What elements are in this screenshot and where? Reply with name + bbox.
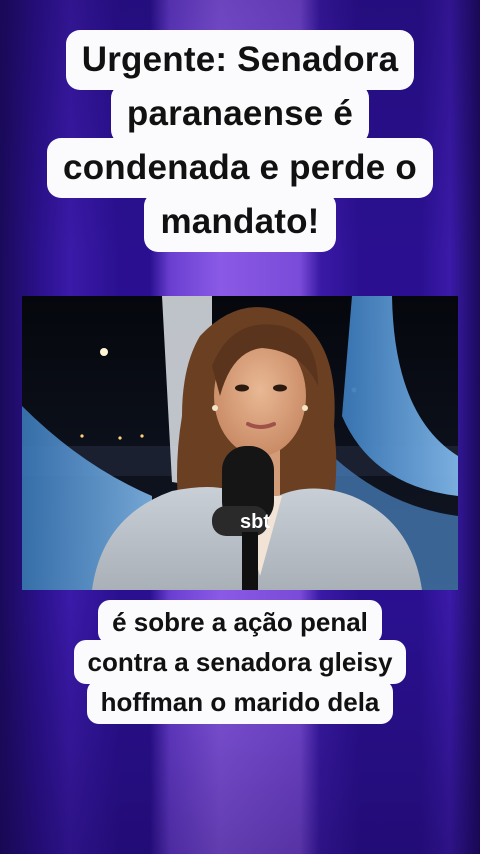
news-video-frame[interactable]: sbt	[22, 296, 458, 590]
headline: Urgente: Senadora paranaense é condenada…	[0, 30, 480, 252]
caption-line-1: é sobre a ação penal	[98, 600, 382, 644]
headline-line-4: mandato!	[144, 192, 336, 252]
headline-line-1: Urgente: Senadora	[65, 30, 415, 90]
headline-line-2: paranaense é	[110, 84, 370, 144]
subtitle-caption: é sobre a ação penal contra a senadora g…	[0, 600, 480, 724]
headline-line-3: condenada e perde o	[47, 138, 433, 198]
caption-line-3: hoffman o marido dela	[86, 680, 394, 724]
street-light	[100, 348, 108, 356]
caption-line-2: contra a senadora gleisy	[73, 640, 407, 684]
reporter-scene: sbt	[22, 296, 458, 590]
mic-logo: sbt	[240, 511, 270, 533]
